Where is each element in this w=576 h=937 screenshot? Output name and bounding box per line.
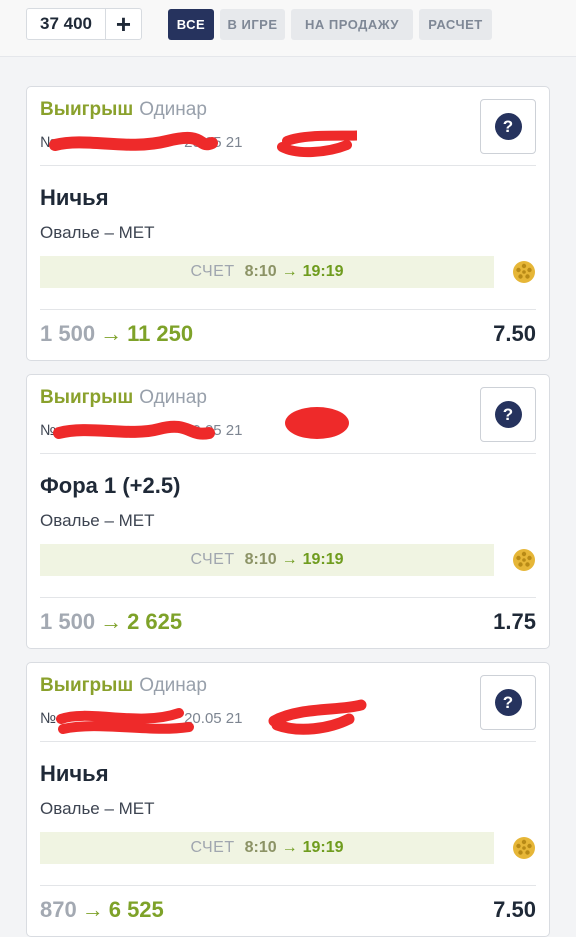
bet-date: 20.05 21 — [184, 710, 243, 727]
bet-result: Выигрыш — [40, 387, 134, 408]
score-from: 8:10 — [244, 263, 277, 280]
bet-status: Выигрыш Одинар — [40, 386, 207, 410]
score-from: 8:10 — [244, 551, 277, 568]
divider — [40, 885, 536, 886]
bet-result: Выигрыш — [40, 675, 134, 696]
bet-type: Одинар — [139, 387, 207, 408]
divider — [40, 453, 536, 454]
score-from: 8:10 — [244, 839, 277, 856]
divider — [40, 165, 536, 166]
score-to: 19:19 — [302, 839, 344, 856]
top-bar: 37 400 + ВСЕ В ИГРЕ НА ПРОДАЖУ РАСЧЕТ — [0, 0, 576, 57]
arrow-icon: → — [81, 897, 104, 922]
bet-outcome: Фора 1 (+2.5) — [40, 473, 181, 498]
bet-card[interactable]: Выигрыш Одинар № 20.05 21 ? Ничья Овалье –… — [26, 86, 550, 361]
bet-amounts: 1 500 → 2 625 — [40, 609, 182, 635]
help-icon: ? — [494, 689, 522, 716]
tab-live[interactable]: В ИГРЕ — [220, 9, 285, 40]
bet-odds: 1.75 — [493, 609, 536, 634]
score-label: СЧЕТ — [190, 263, 235, 280]
payout-amount: 2 625 — [127, 609, 183, 634]
bet-meta: № 20.05 21 — [40, 421, 242, 441]
bet-meta: № 20.05 21 — [40, 709, 242, 729]
help-button[interactable]: ? — [480, 675, 536, 730]
score-label: СЧЕТ — [190, 839, 235, 856]
add-funds-button[interactable]: + — [106, 9, 141, 39]
bet-outcome: Ничья — [40, 185, 109, 210]
help-button[interactable]: ? — [480, 99, 536, 154]
score-to: 19:19 — [302, 263, 344, 280]
bet-amounts: 870 → 6 525 — [40, 897, 164, 923]
score-label: СЧЕТ — [190, 551, 235, 568]
handball-icon — [513, 837, 535, 859]
bet-odds: 7.50 — [493, 321, 536, 346]
arrow-icon: → — [100, 609, 123, 634]
payout-amount: 6 525 — [108, 897, 164, 922]
bet-status: Выигрыш Одинар — [40, 98, 207, 122]
bet-amounts: 1 500 → 11 250 — [40, 321, 193, 347]
balance-value: 37 400 — [27, 9, 106, 39]
payout-amount: 11 250 — [127, 321, 194, 346]
arrow-icon: → — [281, 263, 298, 280]
bet-odds: 7.50 — [493, 897, 536, 922]
tab-settled[interactable]: РАСЧЕТ — [419, 9, 492, 40]
event-name: Овалье – МЕТ — [40, 511, 155, 530]
arrow-icon: → — [281, 839, 298, 856]
handball-icon — [513, 261, 535, 283]
bet-number-prefix: № — [40, 422, 57, 439]
bet-number-prefix: № — [40, 710, 57, 727]
stake-amount: 870 — [40, 897, 77, 922]
divider — [40, 597, 536, 598]
divider — [40, 741, 536, 742]
bet-result: Выигрыш — [40, 99, 134, 120]
bet-outcome: Ничья — [40, 761, 109, 786]
tab-all[interactable]: ВСЕ — [168, 9, 214, 40]
handball-icon — [513, 549, 535, 571]
divider — [40, 309, 536, 310]
bet-type: Одинар — [139, 675, 207, 696]
score-bar: СЧЕТ 8:10 → 19:19 — [40, 832, 494, 864]
score-to: 19:19 — [302, 551, 344, 568]
event-name: Овалье – МЕТ — [40, 799, 155, 818]
bet-number-prefix: № — [40, 134, 57, 151]
arrow-icon: → — [100, 321, 123, 346]
bet-card[interactable]: Выигрыш Одинар № 20.05 21 ? Ничья Овалье –… — [26, 662, 550, 937]
stake-amount: 1 500 — [40, 321, 96, 346]
bet-type: Одинар — [139, 99, 207, 120]
bet-date: 20.05 21 — [184, 134, 243, 151]
stake-amount: 1 500 — [40, 609, 96, 634]
bet-meta: № 20.05 21 — [40, 133, 242, 153]
help-icon: ? — [494, 401, 522, 428]
arrow-icon: → — [281, 551, 298, 568]
balance-widget[interactable]: 37 400 + — [26, 8, 142, 40]
bet-status: Выигрыш Одинар — [40, 674, 207, 698]
score-bar: СЧЕТ 8:10 → 19:19 — [40, 544, 494, 576]
help-icon: ? — [494, 113, 522, 140]
help-button[interactable]: ? — [480, 387, 536, 442]
bet-date: 20.05 21 — [184, 422, 243, 439]
event-name: Овалье – МЕТ — [40, 223, 155, 242]
bet-card[interactable]: Выигрыш Одинар № 20.05 21 ? Фора 1 (+2.5) … — [26, 374, 550, 649]
score-bar: СЧЕТ 8:10 → 19:19 — [40, 256, 494, 288]
tab-for-sale[interactable]: НА ПРОДАЖУ — [291, 9, 413, 40]
